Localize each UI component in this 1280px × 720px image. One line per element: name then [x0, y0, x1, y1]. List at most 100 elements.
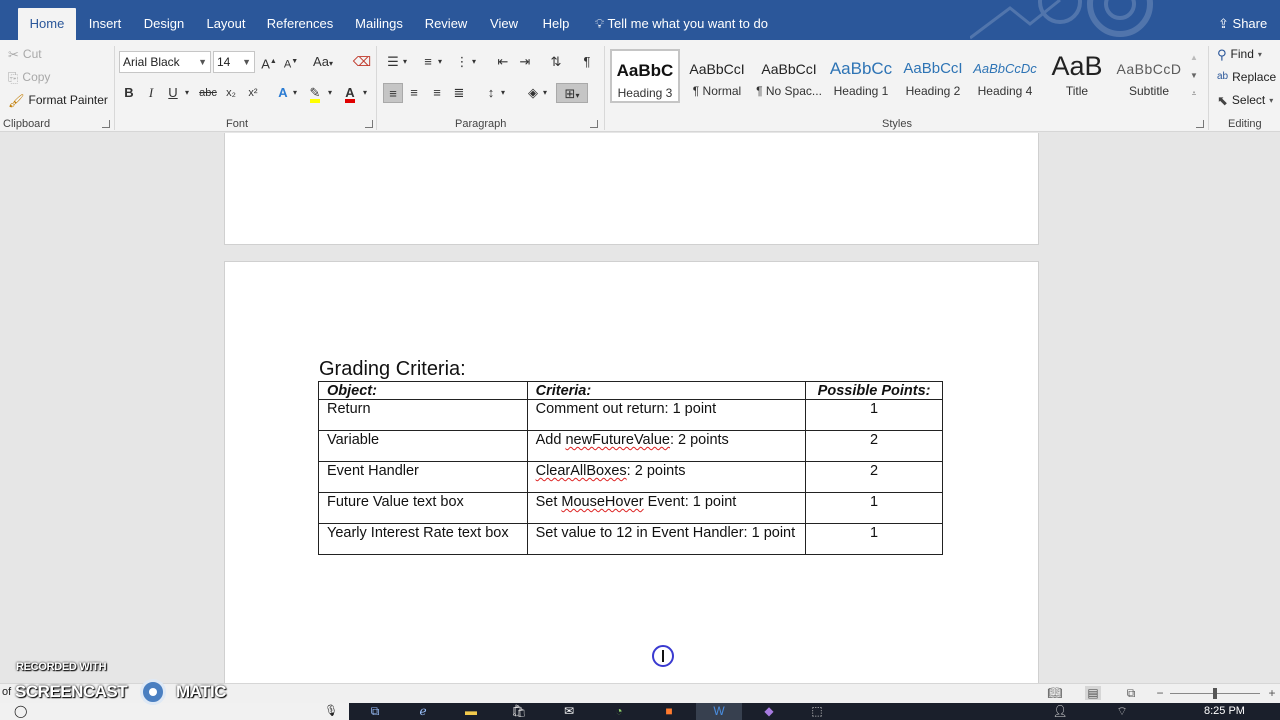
person-icon[interactable]: 👤︎: [1050, 703, 1070, 720]
replace-button[interactable]: ab Replace: [1217, 70, 1276, 84]
document-canvas[interactable]: Grading Criteria: Object: Criteria: Poss…: [0, 133, 1280, 683]
chevron-down-icon[interactable]: ▾: [325, 83, 335, 103]
copy-button[interactable]: ⎘ Copy: [8, 70, 50, 84]
cell-object[interactable]: Event Handler: [318, 461, 528, 493]
cell-criteria[interactable]: ClearAllBoxes: 2 points: [526, 461, 807, 493]
tab-help[interactable]: Help: [538, 8, 574, 40]
sort-icon[interactable]: ⇅: [546, 52, 566, 72]
style-heading-1[interactable]: AaBbCc Heading 1: [826, 49, 896, 103]
cell-object[interactable]: Return: [318, 399, 528, 431]
style-normal[interactable]: AaBbCcI ¶ Normal: [682, 49, 752, 103]
cell-object[interactable]: Future Value text box: [318, 492, 528, 524]
snipping-tool-icon[interactable]: ⬚: [794, 703, 840, 720]
taskbar-search-box[interactable]: ◯ 🎙︎: [0, 703, 349, 720]
browser-icon[interactable]: ◔: [596, 703, 642, 720]
style-heading-4[interactable]: AaBbCcDc Heading 4: [970, 49, 1040, 103]
tab-insert[interactable]: Insert: [84, 8, 126, 40]
strikethrough-button[interactable]: abc: [197, 83, 219, 103]
chevron-down-icon[interactable]: ▼: [1187, 67, 1201, 85]
misspelled-word[interactable]: ClearAllBoxes: [536, 463, 627, 479]
store-icon[interactable]: 🛍︎: [496, 703, 542, 720]
cell-points[interactable]: 1: [805, 523, 943, 555]
style-subtitle[interactable]: AaBbCcD Subtitle: [1114, 49, 1184, 103]
clear-formatting-icon[interactable]: ⌫: [352, 52, 372, 72]
taskbar-clock[interactable]: 8:25 PM: [1204, 705, 1245, 717]
borders-icon[interactable]: ⊞▾: [556, 83, 588, 103]
document-page-previous[interactable]: [224, 133, 1039, 245]
select-button[interactable]: ⬉ Select ▾: [1217, 93, 1273, 107]
header-possible-points[interactable]: Possible Points:: [805, 381, 943, 400]
justify-icon[interactable]: ≣: [449, 83, 469, 103]
italic-button[interactable]: I: [141, 83, 161, 103]
chevron-down-icon[interactable]: ▾: [498, 83, 508, 103]
font-size-select[interactable]: 14 ▼: [213, 51, 255, 73]
find-button[interactable]: ⚲ Find ▾: [1217, 47, 1262, 61]
chevron-down-icon[interactable]: ▾: [290, 83, 300, 103]
chevron-down-icon[interactable]: ▾: [469, 52, 479, 72]
align-left-icon[interactable]: ≡: [383, 83, 403, 103]
cell-object[interactable]: Yearly Interest Rate text box: [318, 523, 528, 555]
microphone-icon[interactable]: 🎙︎: [324, 704, 338, 717]
tab-references[interactable]: References: [266, 8, 334, 40]
task-view-icon[interactable]: ⧉: [352, 703, 398, 720]
grow-font-icon[interactable]: A▲: [259, 52, 279, 72]
zoom-in-icon[interactable]: +: [1264, 686, 1280, 700]
cell-criteria[interactable]: Comment out return: 1 point: [526, 399, 807, 431]
share-button[interactable]: ⇪ Share: [1218, 8, 1267, 40]
header-criteria[interactable]: Criteria:: [526, 381, 807, 400]
tab-view[interactable]: View: [486, 8, 522, 40]
network-icon[interactable]: ⌔: [1112, 703, 1132, 720]
chevron-down-icon[interactable]: ▾: [182, 83, 192, 103]
superscript-button[interactable]: x²: [243, 83, 263, 103]
tab-home[interactable]: Home: [18, 8, 76, 40]
grading-criteria-heading[interactable]: Grading Criteria:: [319, 358, 466, 381]
grading-table[interactable]: Object: Criteria: Possible Points: Retur…: [318, 381, 943, 555]
cell-points[interactable]: 1: [805, 492, 943, 524]
file-explorer-icon[interactable]: ▬: [448, 703, 494, 720]
paragraph-launcher-icon[interactable]: [590, 120, 598, 128]
cell-criteria[interactable]: Set value to 12 in Event Handler: 1 poin…: [526, 523, 807, 555]
font-color-button[interactable]: A: [340, 83, 360, 103]
header-object[interactable]: Object:: [318, 381, 528, 400]
more-styles-icon[interactable]: ⩡: [1187, 85, 1201, 103]
cell-points[interactable]: 2: [805, 430, 943, 462]
style-heading-2[interactable]: AaBbCcI Heading 2: [898, 49, 968, 103]
chevron-down-icon[interactable]: ▾: [435, 52, 445, 72]
tab-design[interactable]: Design: [140, 8, 188, 40]
tab-mailings[interactable]: Mailings: [350, 8, 408, 40]
align-right-icon[interactable]: ≡: [427, 83, 447, 103]
web-layout-icon[interactable]: ⧉: [1123, 686, 1139, 700]
chevron-down-icon[interactable]: ▾: [360, 83, 370, 103]
word-taskbar-icon[interactable]: W: [696, 703, 742, 720]
cell-object[interactable]: Variable: [318, 430, 528, 462]
format-painter-button[interactable]: 🖌︎ Format Painter: [8, 93, 108, 107]
style-heading-3[interactable]: AaBbC Heading 3: [610, 49, 680, 103]
font-family-select[interactable]: Arial Black ▼: [119, 51, 211, 73]
misspelled-word[interactable]: MouseHover: [561, 494, 643, 510]
style-no-spacing[interactable]: AaBbCcI ¶ No Spac...: [754, 49, 824, 103]
increase-indent-icon[interactable]: ⇥: [515, 52, 535, 72]
cut-button[interactable]: ✂ Cut: [8, 47, 42, 61]
clipboard-launcher-icon[interactable]: [102, 120, 110, 128]
visual-studio-icon[interactable]: ◆: [746, 703, 792, 720]
align-center-icon[interactable]: ≡: [404, 83, 424, 103]
zoom-out-icon[interactable]: −: [1152, 686, 1168, 700]
cell-criteria[interactable]: Add newFutureValue: 2 points: [526, 430, 807, 462]
bold-button[interactable]: B: [119, 83, 139, 103]
zoom-slider-handle[interactable]: [1213, 688, 1217, 699]
style-title[interactable]: AaB Title: [1042, 49, 1112, 103]
change-case-button[interactable]: Aa▾: [309, 52, 337, 72]
tell-me-search[interactable]: 💡︎ Tell me what you want to do: [595, 8, 768, 40]
print-layout-icon[interactable]: ▤: [1085, 686, 1101, 700]
read-mode-icon[interactable]: 📖︎: [1047, 686, 1063, 700]
cell-points[interactable]: 1: [805, 399, 943, 431]
underline-button[interactable]: U: [163, 83, 183, 103]
mail-icon[interactable]: ✉: [546, 703, 592, 720]
office-icon[interactable]: ■: [646, 703, 692, 720]
show-formatting-button[interactable]: ¶: [577, 52, 597, 72]
cell-points[interactable]: 2: [805, 461, 943, 493]
misspelled-word[interactable]: newFutureValue: [565, 432, 670, 448]
edge-browser-icon[interactable]: ℯ: [400, 703, 446, 720]
styles-launcher-icon[interactable]: [1196, 120, 1204, 128]
chevron-down-icon[interactable]: ▾: [400, 52, 410, 72]
